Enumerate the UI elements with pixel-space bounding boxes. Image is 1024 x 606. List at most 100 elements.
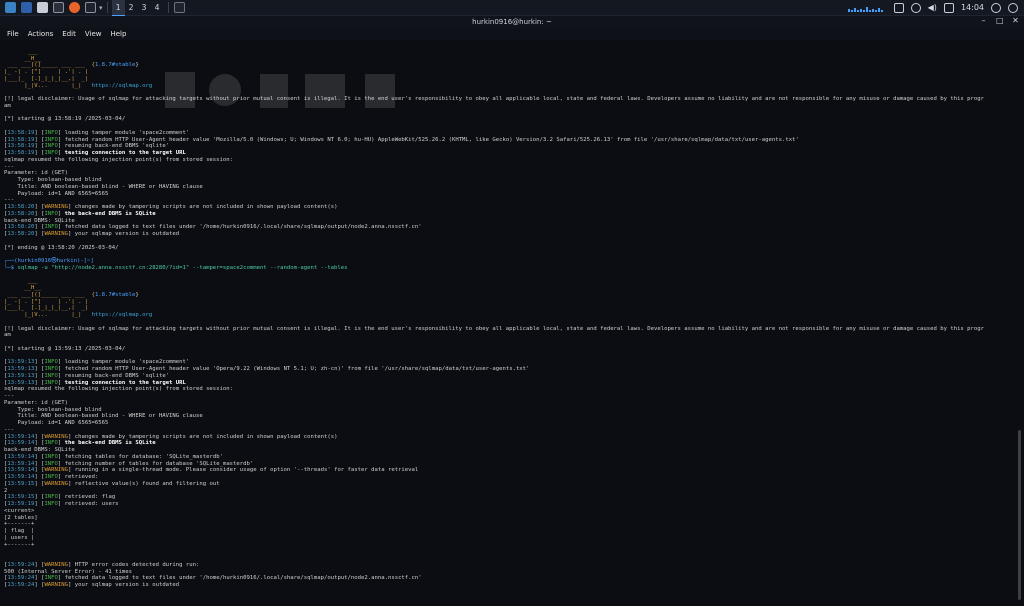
- text-line: <current>: [4, 508, 1014, 515]
- display-icon[interactable]: [893, 2, 904, 13]
- count-line: 2: [4, 487, 8, 494]
- lock-icon[interactable]: [991, 2, 1001, 13]
- log-level: INFO: [44, 129, 58, 136]
- log-level: INFO: [44, 379, 58, 386]
- injection-line: ---: [4, 197, 15, 204]
- volume-icon[interactable]: ◀): [928, 3, 937, 12]
- log-line: [13:59:15] [INFO] retrieved: flag: [4, 494, 116, 501]
- timestamp: 13:59:24: [7, 561, 35, 568]
- log-message: retrieved:: [61, 474, 102, 480]
- command-text: sqlmap -u "http://node2.anna.nssctf.cn:2…: [17, 264, 348, 271]
- sqlmap-logo: ___ ___[(]_____ ___ ___ {: [4, 62, 95, 69]
- injection-line: Parameter: id (GET): [4, 400, 1014, 407]
- logo-line: |_ -| . ["] | .'| . |: [4, 69, 1014, 76]
- log-level: INFO: [44, 453, 58, 460]
- table-line: | flag |: [4, 528, 1014, 535]
- text-line: back-end DBMS: SQLite: [4, 447, 1014, 454]
- files-icon[interactable]: [37, 2, 48, 13]
- resumed-line: sqlmap resumed the following injection p…: [4, 386, 234, 393]
- status-line: [*] ending @ 13:58:20 /2025-03-04/: [4, 245, 1014, 252]
- notification-bell-icon[interactable]: [910, 2, 921, 13]
- taskbar: ▾ 1 2 3 4 ◀) 14:04: [0, 0, 1024, 16]
- injection-line: Payload: id=1 AND 6565=6565: [4, 191, 1014, 198]
- legal-disclaimer: am: [4, 332, 1014, 339]
- separator: [167, 2, 169, 13]
- http-error-line: 500 (Internal Server Error) - 41 times: [4, 568, 132, 575]
- workspace-4[interactable]: 4: [151, 0, 164, 16]
- shell-prompt: ┌──(hurkin0916㉿hurkin)-[~]: [4, 258, 94, 264]
- menu-view[interactable]: View: [85, 28, 102, 40]
- log-message: resuming back-end DBMS 'sqlite': [61, 372, 170, 379]
- table-line: | users |: [4, 534, 35, 541]
- log-message: your sqlmap version is outdated: [71, 231, 180, 237]
- log-line: [13:59:14] [WARNING] changes made by tam…: [4, 433, 338, 440]
- separator: [106, 2, 108, 13]
- log-line: [13:59:14] [INFO] the back-end DBMS is S…: [4, 440, 156, 447]
- ending-line: [*] ending @ 13:58:20 /2025-03-04/: [4, 244, 119, 251]
- injection-line: Title: AND boolean-based blind - WHERE o…: [4, 184, 1014, 191]
- workspace-switcher: 1 2 3 4: [111, 0, 164, 16]
- legal-disclaimer: am: [4, 332, 11, 339]
- terminal-output[interactable]: ___ __H__ ___ ___[(]_____ ___ ___ {1.8.7…: [0, 42, 1014, 606]
- log-line: [13:58:20] [INFO] fetched data logged to…: [4, 224, 422, 231]
- table-line: | users |: [4, 535, 1014, 542]
- menu-actions[interactable]: Actions: [28, 28, 54, 40]
- timestamp: 13:59:24: [7, 575, 35, 582]
- scrollbar-thumb[interactable]: [1018, 430, 1021, 600]
- legal-disclaimer: am: [4, 102, 11, 109]
- prompt-line: ┌──(hurkin0916㉿hurkin)-[~]: [4, 258, 1014, 265]
- injection-line: Payload: id=1 AND 6565=6565: [4, 420, 109, 426]
- version-suffix: }: [135, 291, 139, 298]
- legal-disclaimer: [!] legal disclaimer: Usage of sqlmap fo…: [4, 96, 985, 102]
- log-level: INFO: [44, 143, 58, 150]
- menu-edit[interactable]: Edit: [62, 28, 76, 40]
- timestamp: 13:59:14: [7, 433, 35, 440]
- command-line: └─$ sqlmap -u "http://node2.anna.nssctf.…: [4, 265, 1014, 272]
- menu-help[interactable]: Help: [110, 28, 126, 40]
- menu-file[interactable]: File: [7, 28, 19, 40]
- logo-line: |_ -| . ["] | .'| . |: [4, 299, 1014, 306]
- log-level: INFO: [44, 575, 58, 582]
- terminal-icon[interactable]: [85, 2, 96, 13]
- log-message: the back-end DBMS is SQLite: [61, 440, 156, 447]
- log-level: WARNING: [44, 561, 69, 568]
- workspace-3[interactable]: 3: [138, 0, 151, 16]
- terminal-launcher-icon[interactable]: [53, 2, 64, 13]
- workspace-1[interactable]: 1: [111, 0, 125, 16]
- log-message: loading tamper module 'space2comment': [61, 129, 190, 136]
- minimize-button[interactable]: –: [980, 17, 987, 25]
- log-level: WARNING: [44, 204, 69, 210]
- firefox-icon[interactable]: [69, 2, 80, 13]
- workspace-2[interactable]: 2: [125, 0, 138, 16]
- window-titlebar[interactable]: hurkin0916@hurkin: ~ – □ ✕: [0, 16, 1024, 28]
- desktop-icon[interactable]: [21, 2, 32, 13]
- clock[interactable]: 14:04: [961, 3, 984, 12]
- chevron-down-icon[interactable]: ▾: [99, 4, 103, 12]
- log-message: fetched random HTTP User-Agent header va…: [61, 136, 799, 143]
- window-controls: – □ ✕: [980, 17, 1019, 25]
- timestamp: 13:58:19: [7, 143, 35, 150]
- injection-line: Title: AND boolean-based blind - WHERE o…: [4, 413, 203, 420]
- sqlmap-logo: |_ -| . ["] | .'| . |: [4, 298, 89, 305]
- log-level: INFO: [44, 501, 58, 507]
- sqlmap-logo: |___|_ [.]_|_|_|__,| _|: [4, 75, 89, 82]
- kali-menu-icon[interactable]: [5, 2, 16, 13]
- injection-line: Type: boolean-based blind: [4, 406, 102, 413]
- log-line: [13:59:13] [INFO] resuming back-end DBMS…: [4, 372, 170, 379]
- log-message: changes made by tampering scripts are no…: [71, 204, 338, 210]
- terminal-task-icon[interactable]: [173, 2, 185, 13]
- maximize-button[interactable]: □: [996, 17, 1004, 25]
- power-icon[interactable]: [1008, 2, 1018, 13]
- logo-line: __H__: [4, 285, 1014, 292]
- version-label: 1.8.7#stable: [94, 291, 136, 298]
- battery-icon[interactable]: [943, 2, 954, 13]
- log-line: [13:58:19] [INFO] resuming back-end DBMS…: [4, 143, 170, 150]
- text-line: 2: [4, 488, 1014, 495]
- log-message: fetched data logged to text files under …: [61, 575, 422, 582]
- close-button[interactable]: ✕: [1012, 17, 1019, 25]
